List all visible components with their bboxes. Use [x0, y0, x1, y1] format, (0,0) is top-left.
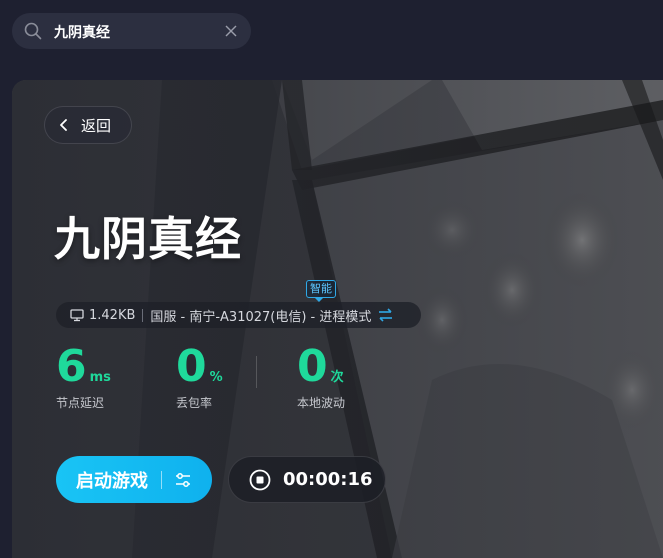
- launch-game-label: 启动游戏: [76, 470, 148, 492]
- game-title: 九阴真经: [54, 212, 242, 266]
- search-icon: [24, 22, 42, 40]
- stat-local-jitter: 0 次 本地波动: [297, 342, 345, 411]
- stat-latency: 6 ms 节点延迟: [56, 342, 111, 411]
- chevron-left-icon: [60, 119, 67, 131]
- acceleration-timer: 00:00:16: [228, 456, 386, 503]
- latency-unit: ms: [89, 370, 111, 385]
- elapsed-time: 00:00:16: [283, 469, 373, 490]
- stat-packet-loss: 0 % 丢包率: [176, 342, 223, 411]
- game-detail-panel: 返回 九阴真经 智能 1.42KB 国服 - 南宁-A31027(电信) - 进…: [12, 80, 663, 558]
- traffic-speed: 1.42KB: [89, 307, 136, 323]
- stop-icon[interactable]: [249, 469, 271, 491]
- packet-loss-value: 0: [176, 341, 207, 392]
- packet-loss-label: 丢包率: [176, 396, 213, 410]
- latency-value: 6: [56, 341, 87, 392]
- server-route: 国服 - 南宁-A31027(电信) - 进程模式: [150, 309, 372, 325]
- close-icon[interactable]: [223, 23, 239, 39]
- smart-mode-badge: 智能: [306, 280, 336, 302]
- jitter-label: 本地波动: [297, 396, 346, 410]
- monitor-icon: [70, 309, 84, 322]
- jitter-unit: 次: [330, 370, 344, 385]
- search-bar[interactable]: [12, 13, 251, 51]
- launch-game-button[interactable]: 启动游戏: [56, 456, 212, 503]
- jitter-value: 0: [297, 341, 328, 392]
- packet-loss-unit: %: [209, 370, 223, 385]
- search-input[interactable]: [52, 13, 226, 51]
- swap-icon[interactable]: [378, 308, 393, 322]
- back-button[interactable]: 返回: [44, 106, 132, 144]
- divider: [142, 308, 144, 322]
- back-label: 返回: [81, 116, 112, 135]
- stats-divider: [256, 356, 257, 388]
- divider: [161, 470, 162, 489]
- latency-label: 节点延迟: [56, 396, 105, 410]
- connection-info-bar: 1.42KB 国服 - 南宁-A31027(电信) - 进程模式: [56, 302, 421, 328]
- sliders-icon[interactable]: [174, 471, 192, 489]
